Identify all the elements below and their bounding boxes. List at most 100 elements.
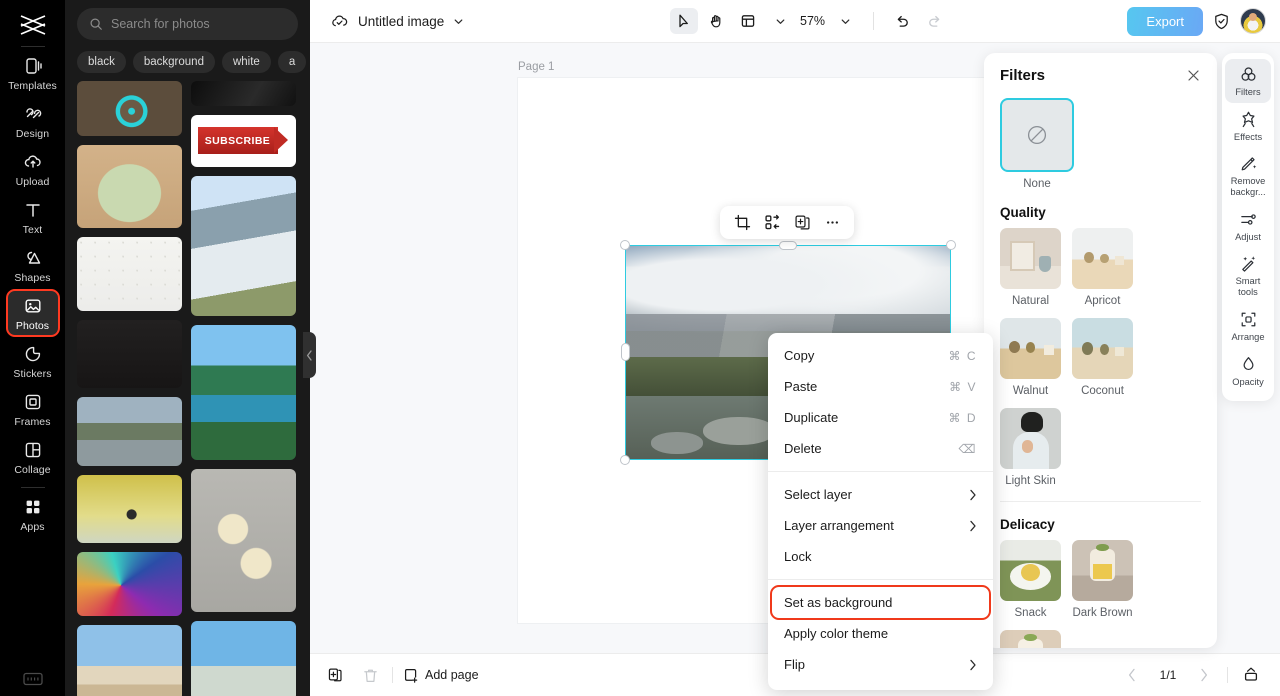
tool-opacity[interactable]: Opacity (1225, 349, 1271, 393)
chevron-right-icon (969, 489, 977, 501)
search-input[interactable] (111, 17, 286, 31)
photo-thumbnail[interactable] (191, 175, 296, 317)
chevron-down-icon[interactable] (453, 16, 464, 27)
tag-chip[interactable]: white (221, 51, 271, 73)
sidebar-label: Apps (20, 521, 45, 533)
context-menu-item-layer-arrangement[interactable]: Layer arrangement (768, 510, 993, 541)
filter-item[interactable]: Miso (1000, 630, 1061, 648)
ai-replace-button[interactable] (758, 210, 786, 236)
filter-item[interactable]: Apricot (1072, 228, 1133, 307)
context-menu-item-delete[interactable]: Delete ⌫ (768, 433, 993, 464)
photo-thumbnail[interactable] (191, 325, 296, 461)
photo-thumbnail[interactable] (77, 625, 182, 696)
filter-none-option[interactable]: None (1000, 98, 1074, 190)
tool-label: Filters (1235, 87, 1261, 97)
photo-thumbnail[interactable] (77, 397, 182, 466)
filter-group-title-delicacy: Delicacy (1000, 517, 1055, 532)
context-menu-item-lock[interactable]: Lock (768, 541, 993, 572)
close-icon[interactable] (1186, 68, 1201, 83)
sidebar-item-text[interactable]: Text (7, 194, 59, 240)
photo-thumbnail[interactable] (191, 81, 296, 106)
tag-chip[interactable]: background (132, 51, 215, 73)
context-menu-item-copy[interactable]: Copy ⌘ C (768, 340, 993, 371)
hand-tool-button[interactable] (702, 8, 730, 34)
sidebar-item-stickers[interactable]: Stickers (7, 338, 59, 384)
sidebar-item-design[interactable]: Design (7, 98, 59, 144)
sidebar-item-upload[interactable]: Upload (7, 146, 59, 192)
resize-handle-top-left[interactable] (620, 240, 630, 250)
photo-thumbnail[interactable] (77, 81, 182, 136)
select-tool-button[interactable] (670, 8, 698, 34)
filter-item[interactable]: Coconut (1072, 318, 1133, 397)
photo-thumbnail[interactable] (191, 469, 296, 612)
tag-chip[interactable]: black (77, 51, 126, 73)
sidebar-item-frames[interactable]: Frames (7, 386, 59, 432)
filter-item[interactable]: Snack (1000, 540, 1061, 619)
sidebar-item-apps[interactable]: Apps (7, 491, 59, 537)
redo-button[interactable] (920, 8, 948, 34)
photo-thumbnail[interactable] (191, 620, 296, 696)
context-menu-item-duplicate[interactable]: Duplicate ⌘ D (768, 402, 993, 433)
photo-thumbnail[interactable] (77, 237, 182, 312)
capcut-logo[interactable] (15, 10, 51, 40)
tool-adjust[interactable]: Adjust (1225, 204, 1271, 248)
tool-arrange[interactable]: Arrange (1225, 304, 1271, 348)
context-menu-item-flip[interactable]: Flip (768, 649, 993, 680)
shield-check-icon[interactable] (1212, 12, 1231, 31)
more-options-button[interactable] (818, 210, 846, 236)
resize-handle-top-center[interactable] (779, 241, 797, 250)
undo-button[interactable] (888, 8, 916, 34)
context-menu-item-set-as-background[interactable]: Set as background (770, 585, 991, 620)
timeline-toggle-icon (1242, 666, 1260, 684)
sidebar-label: Templates (8, 80, 57, 92)
filter-item[interactable]: Light Skin (1000, 408, 1061, 487)
resize-handle-top-right[interactable] (946, 240, 956, 250)
delete-page-button[interactable] (357, 662, 383, 688)
resize-handle-bottom-left[interactable] (620, 455, 630, 465)
previous-page-button[interactable] (1119, 662, 1145, 688)
tag-chip[interactable]: a (277, 51, 307, 73)
collapse-panel-handle[interactable] (303, 332, 316, 378)
filter-item[interactable]: Natural (1000, 228, 1061, 307)
tool-remove-background[interactable]: Remove backgr... (1225, 148, 1271, 202)
filter-none-thumbnail[interactable] (1000, 98, 1074, 172)
export-button[interactable]: Export (1127, 6, 1203, 36)
sidebar-label: Text (22, 224, 43, 236)
sidebar-item-photos[interactable]: Photos (5, 289, 60, 337)
photo-thumbnail-subscribe[interactable]: SUBSCRIBE (191, 114, 296, 167)
filter-caption: Dark Brown (1072, 607, 1133, 619)
zoom-dropdown-button[interactable] (831, 8, 859, 34)
zoom-level[interactable]: 57% (798, 14, 827, 28)
search-photos-box[interactable] (77, 8, 298, 40)
layout-dropdown-button[interactable] (766, 8, 794, 34)
user-avatar[interactable] (1240, 8, 1266, 34)
filter-item[interactable]: Walnut (1000, 318, 1061, 397)
context-menu-item-select-layer[interactable]: Select layer (768, 479, 993, 510)
duplicate-button[interactable] (788, 210, 816, 236)
photo-thumbnail[interactable] (77, 144, 182, 229)
sidebar-item-collage[interactable]: Collage (7, 434, 59, 480)
tool-filters[interactable]: Filters (1225, 59, 1271, 103)
context-menu-item-apply-color-theme[interactable]: Apply color theme (768, 618, 993, 649)
context-menu-item-paste[interactable]: Paste ⌘ V (768, 371, 993, 402)
sidebar-item-shapes[interactable]: Shapes (7, 242, 59, 288)
crop-button[interactable] (728, 210, 756, 236)
context-menu-divider (768, 471, 993, 472)
resize-handle-left-center[interactable] (621, 343, 630, 361)
add-page-button[interactable]: Add page (402, 667, 479, 684)
next-page-button[interactable] (1191, 662, 1217, 688)
page-navigation: 1/1 (1119, 662, 1264, 688)
cloud-saved-icon[interactable] (330, 12, 349, 31)
tool-effects[interactable]: Effects (1225, 104, 1271, 148)
layout-tool-button[interactable] (734, 8, 762, 34)
keyboard-shortcuts-icon[interactable] (22, 670, 44, 688)
photo-thumbnail[interactable] (77, 474, 182, 543)
tool-smart-tools[interactable]: Smart tools (1225, 248, 1271, 302)
photo-thumbnail[interactable] (77, 320, 182, 389)
sidebar-item-templates[interactable]: Templates (7, 50, 59, 96)
duplicate-page-button[interactable] (322, 662, 348, 688)
photo-thumbnail[interactable] (77, 551, 182, 617)
filter-item[interactable]: Dark Brown (1072, 540, 1133, 619)
document-title[interactable]: Untitled image (358, 14, 444, 29)
timeline-toggle-button[interactable] (1238, 662, 1264, 688)
